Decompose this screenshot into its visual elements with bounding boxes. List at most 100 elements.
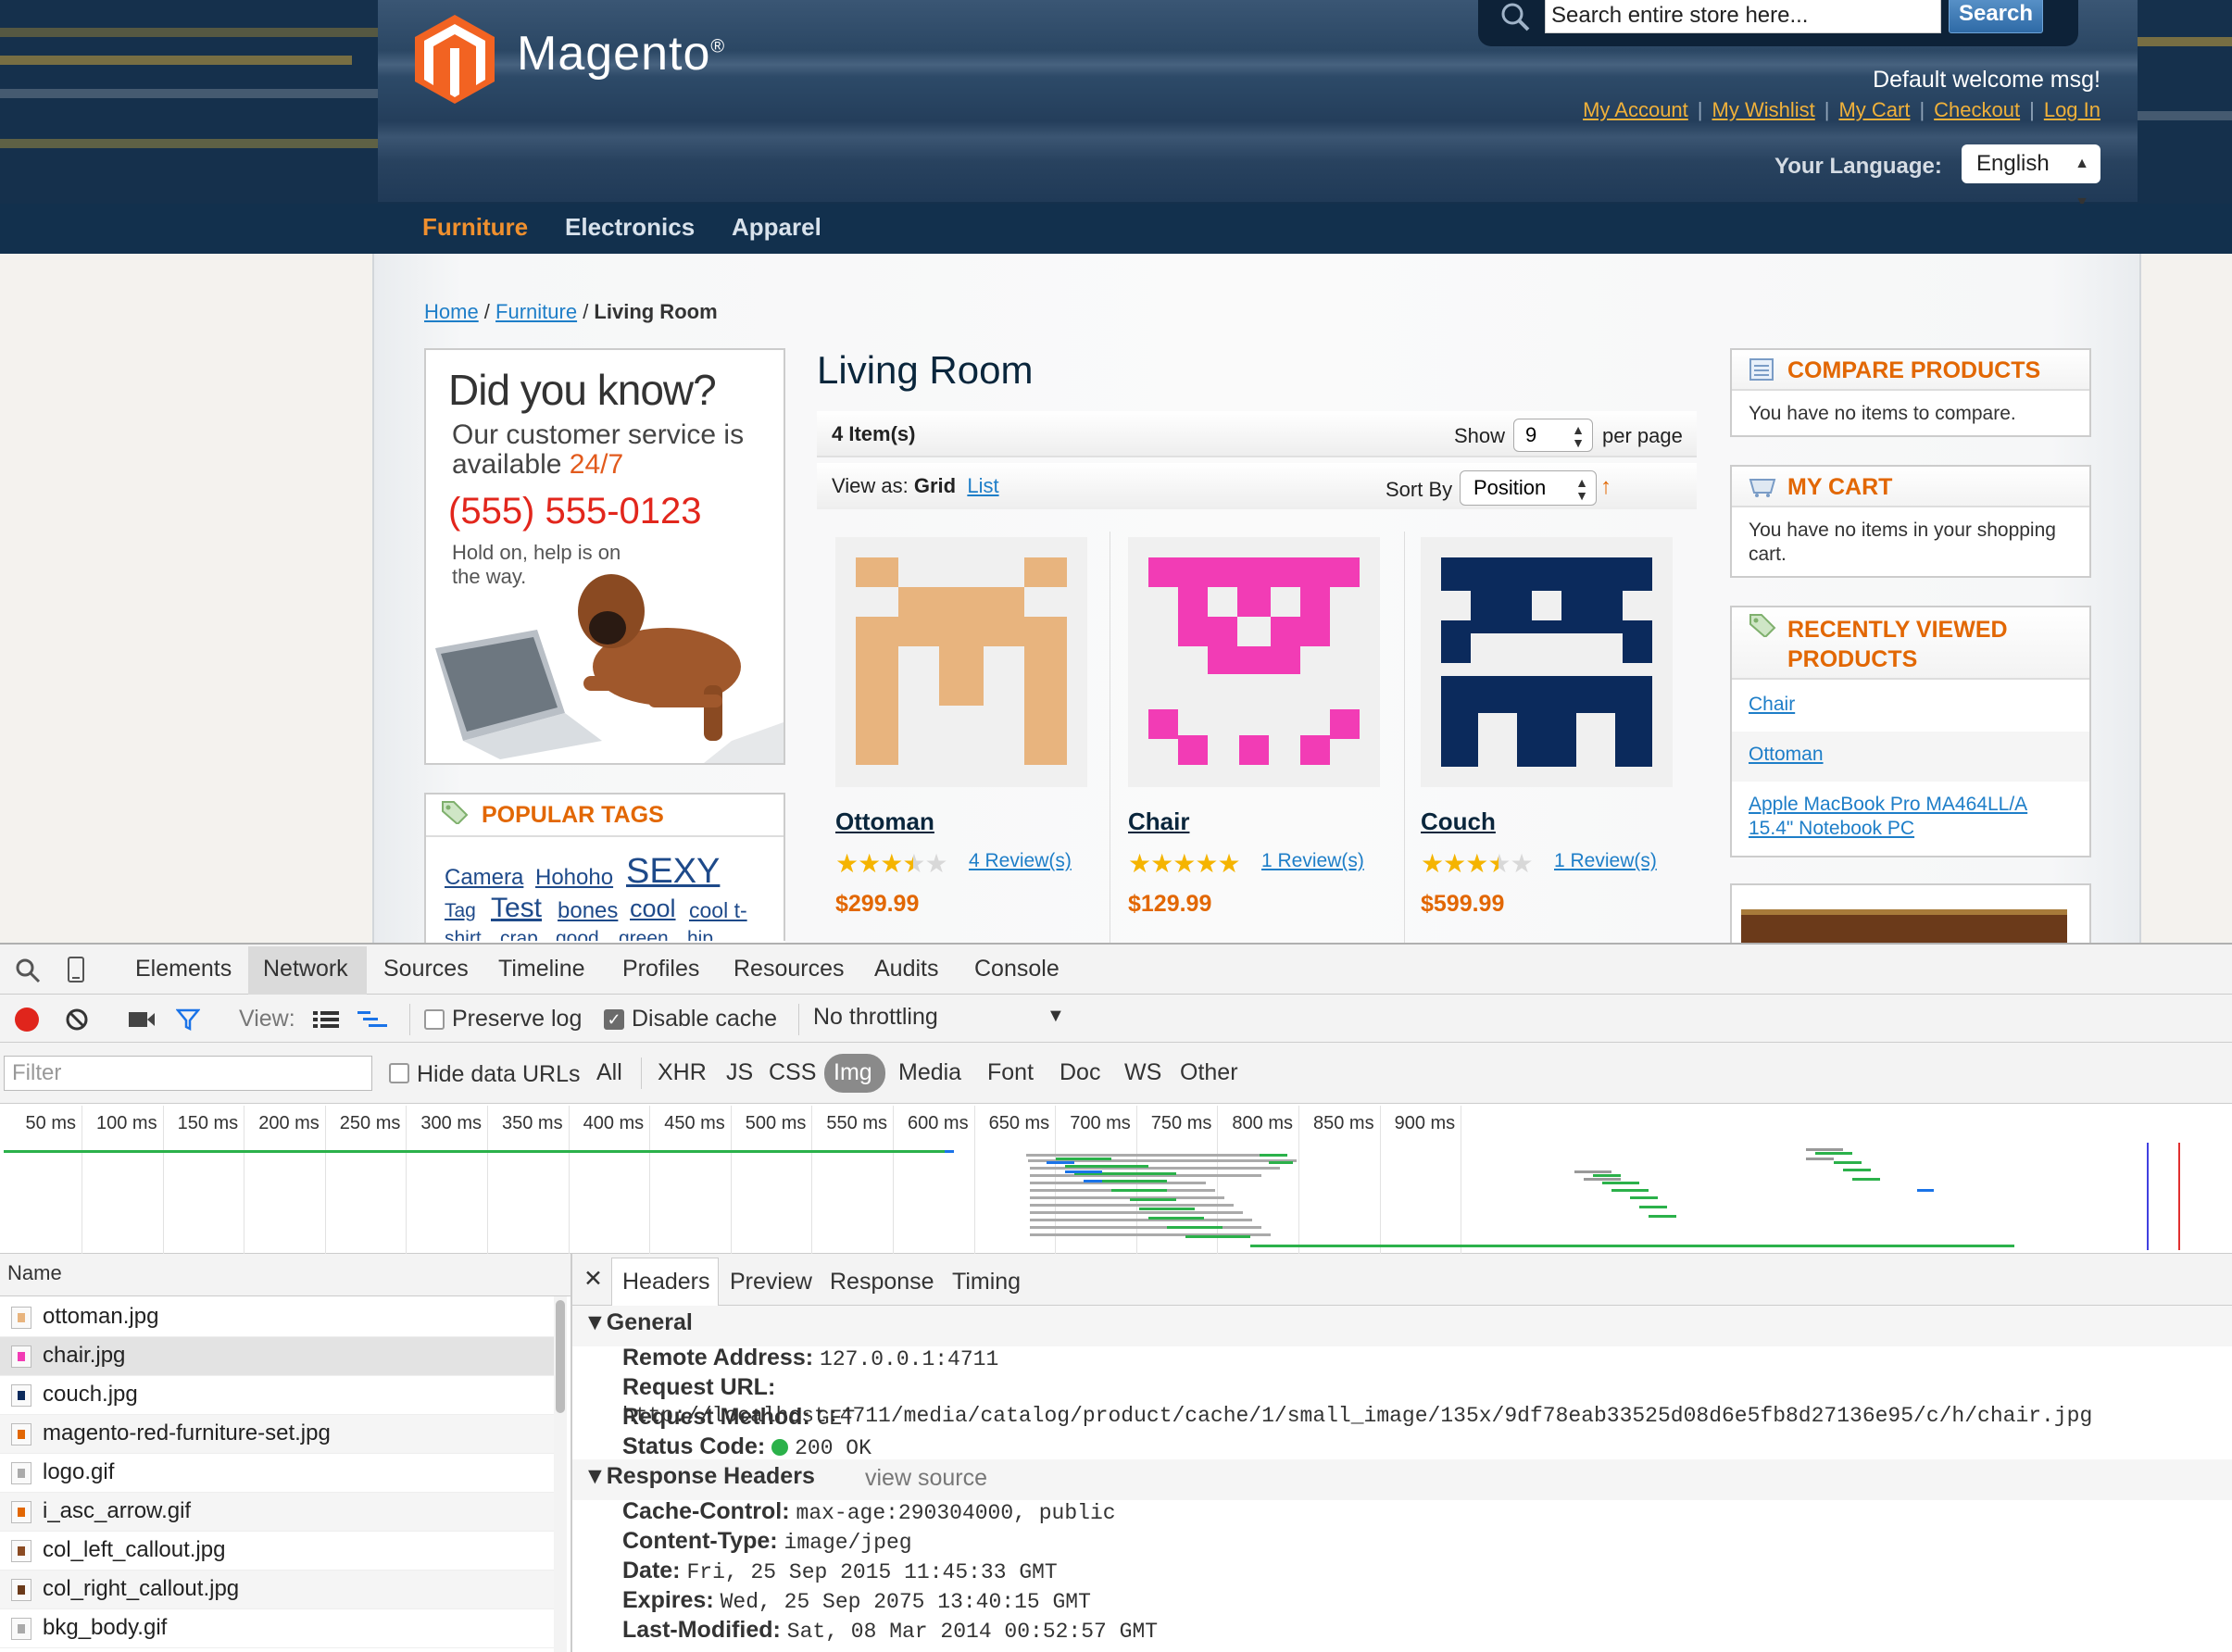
request-row[interactable]: col_right_callout.jpg	[0, 1571, 556, 1609]
large-rows-icon[interactable]	[313, 1009, 339, 1030]
sort-by-select[interactable]: Position ▲ ▼	[1460, 470, 1597, 506]
request-row[interactable]: couch.jpg	[0, 1376, 556, 1415]
filter-css[interactable]: CSS	[769, 1059, 816, 1086]
breadcrumb-home[interactable]: Home	[424, 300, 479, 323]
nav-furniture[interactable]: Furniture	[422, 213, 528, 242]
section-header-bg	[572, 1459, 2232, 1500]
tab-timeline[interactable]: Timeline	[498, 956, 585, 982]
filter-media[interactable]: Media	[898, 1059, 961, 1086]
request-row[interactable]: magento-red-furniture-set.jpg	[0, 1415, 556, 1454]
filter-other[interactable]: Other	[1180, 1059, 1238, 1086]
product-name-ottoman[interactable]: Ottoman	[835, 807, 934, 836]
request-row[interactable]: bkg_body.gif	[0, 1609, 556, 1648]
rating-stars: ★★★★★	[1421, 848, 1534, 879]
request-row[interactable]: i_asc_arrow.gif	[0, 1493, 556, 1532]
my-account-link[interactable]: My Account	[1583, 98, 1688, 121]
filter-all[interactable]: All	[596, 1059, 622, 1086]
tag-link[interactable]: cool t-	[689, 898, 747, 923]
recently-viewed-link[interactable]: Apple MacBook Pro MA464LL/A 15.4" Notebo…	[1749, 793, 2063, 841]
tab-sources[interactable]: Sources	[383, 956, 469, 982]
product-name-chair[interactable]: Chair	[1128, 807, 1189, 836]
overview-waterfall-icon[interactable]	[357, 1009, 389, 1032]
filter-icon[interactable]	[176, 1007, 200, 1032]
record-icon[interactable]	[15, 1007, 39, 1032]
tab-console[interactable]: Console	[974, 956, 1060, 982]
sort-direction-icon[interactable]: ↑	[1600, 474, 1611, 500]
breadcrumb-furniture[interactable]: Furniture	[495, 300, 577, 323]
divider	[641, 1058, 642, 1089]
request-row[interactable]: col_left_callout.jpg	[0, 1532, 556, 1571]
filter-input[interactable]: Filter	[4, 1056, 372, 1091]
search-button[interactable]: Search	[1949, 0, 2043, 33]
log-in-link[interactable]: Log In	[2044, 98, 2100, 121]
inspect-search-icon[interactable]	[15, 957, 41, 983]
device-mode-icon[interactable]	[67, 956, 85, 983]
language-select[interactable]: English ▲ ▼	[1962, 144, 2100, 210]
request-row[interactable]: chair.jpg	[0, 1337, 556, 1376]
response-headers-section-header[interactable]: ▼Response Headers	[583, 1463, 815, 1490]
tab-profiles[interactable]: Profiles	[622, 956, 699, 982]
product-image-ottoman[interactable]	[835, 537, 1087, 787]
tab-response[interactable]: Response	[830, 1269, 934, 1295]
clear-icon[interactable]	[65, 1007, 89, 1032]
filter-js[interactable]: JS	[726, 1059, 753, 1086]
view-source-link[interactable]: view source	[865, 1465, 987, 1492]
filter-xhr[interactable]: XHR	[658, 1059, 707, 1086]
preserve-log-checkbox[interactable]	[424, 1009, 445, 1030]
scrollbar-thumb[interactable]	[556, 1300, 565, 1413]
tag-link[interactable]: Camera	[445, 865, 523, 891]
tab-network[interactable]: Network	[263, 956, 348, 982]
search-input[interactable]: Search entire store here...	[1545, 0, 1941, 33]
tag-link[interactable]: SEXY	[626, 852, 720, 892]
content-type-row: Content-Type: image/jpeg	[622, 1528, 912, 1555]
magento-logo-icon[interactable]	[415, 15, 495, 104]
tag-link[interactable]: cool	[630, 895, 676, 923]
product-image-couch[interactable]	[1421, 537, 1673, 787]
tag-link[interactable]: Test	[491, 893, 542, 924]
request-row[interactable]: ottoman.jpg	[0, 1298, 556, 1337]
tab-audits[interactable]: Audits	[874, 956, 938, 982]
filter-img[interactable]: Img	[834, 1059, 872, 1086]
tab-elements[interactable]: Elements	[135, 956, 232, 982]
store-logo-text[interactable]: Magento®	[517, 26, 725, 81]
view-list-link[interactable]: List	[967, 474, 998, 497]
cache-control-row: Cache-Control: max-age:290304000, public	[622, 1498, 1116, 1525]
tab-timing[interactable]: Timing	[952, 1269, 1021, 1295]
filter-font[interactable]: Font	[987, 1059, 1034, 1086]
my-wishlist-link[interactable]: My Wishlist	[1712, 98, 1815, 121]
disable-cache-checkbox[interactable]: ✓	[604, 1009, 624, 1030]
tab-headers[interactable]: Headers	[622, 1269, 710, 1295]
tag-link[interactable]: bones	[558, 898, 618, 924]
checkout-link[interactable]: Checkout	[1934, 98, 2020, 121]
reviews-link[interactable]: 4 Review(s)	[969, 850, 1072, 872]
name-column-header[interactable]: Name	[0, 1254, 572, 1296]
popular-tags-title: POPULAR TAGS	[482, 802, 664, 828]
request-row[interactable]: logo.gif	[0, 1454, 556, 1493]
reviews-link[interactable]: 1 Review(s)	[1261, 850, 1364, 872]
chevron-down-icon[interactable]: ▼	[1047, 1006, 1065, 1027]
product-price: $129.99	[1128, 891, 1212, 917]
capture-screenshots-icon[interactable]	[128, 1009, 156, 1030]
dog-with-laptop-image	[435, 574, 784, 763]
tab-resources[interactable]: Resources	[734, 956, 845, 982]
callout-headline: Did you know?	[448, 366, 717, 414]
nav-electronics[interactable]: Electronics	[565, 213, 695, 242]
tag-link[interactable]: Tag	[445, 900, 476, 922]
recently-viewed-link[interactable]: Chair	[1749, 693, 1795, 717]
tag-link[interactable]: Hohoho	[535, 865, 613, 891]
reviews-link[interactable]: 1 Review(s)	[1554, 850, 1657, 872]
product-image-chair[interactable]	[1128, 537, 1380, 787]
my-cart-link[interactable]: My Cart	[1838, 98, 1910, 121]
general-section-header[interactable]: ▼General	[583, 1309, 693, 1336]
nav-apparel[interactable]: Apparel	[732, 213, 821, 242]
per-page-select[interactable]: 9 ▲ ▼	[1513, 419, 1593, 452]
hide-data-urls-checkbox[interactable]	[389, 1063, 409, 1083]
recently-viewed-link[interactable]: Ottoman	[1749, 743, 1824, 767]
throttling-select[interactable]: No throttling	[813, 1004, 938, 1031]
filter-ws[interactable]: WS	[1124, 1059, 1161, 1086]
product-name-couch[interactable]: Couch	[1421, 807, 1496, 836]
tab-preview[interactable]: Preview	[730, 1269, 812, 1295]
close-icon[interactable]: ✕	[583, 1265, 603, 1293]
image-file-icon	[11, 1307, 31, 1329]
filter-doc[interactable]: Doc	[1060, 1059, 1100, 1086]
